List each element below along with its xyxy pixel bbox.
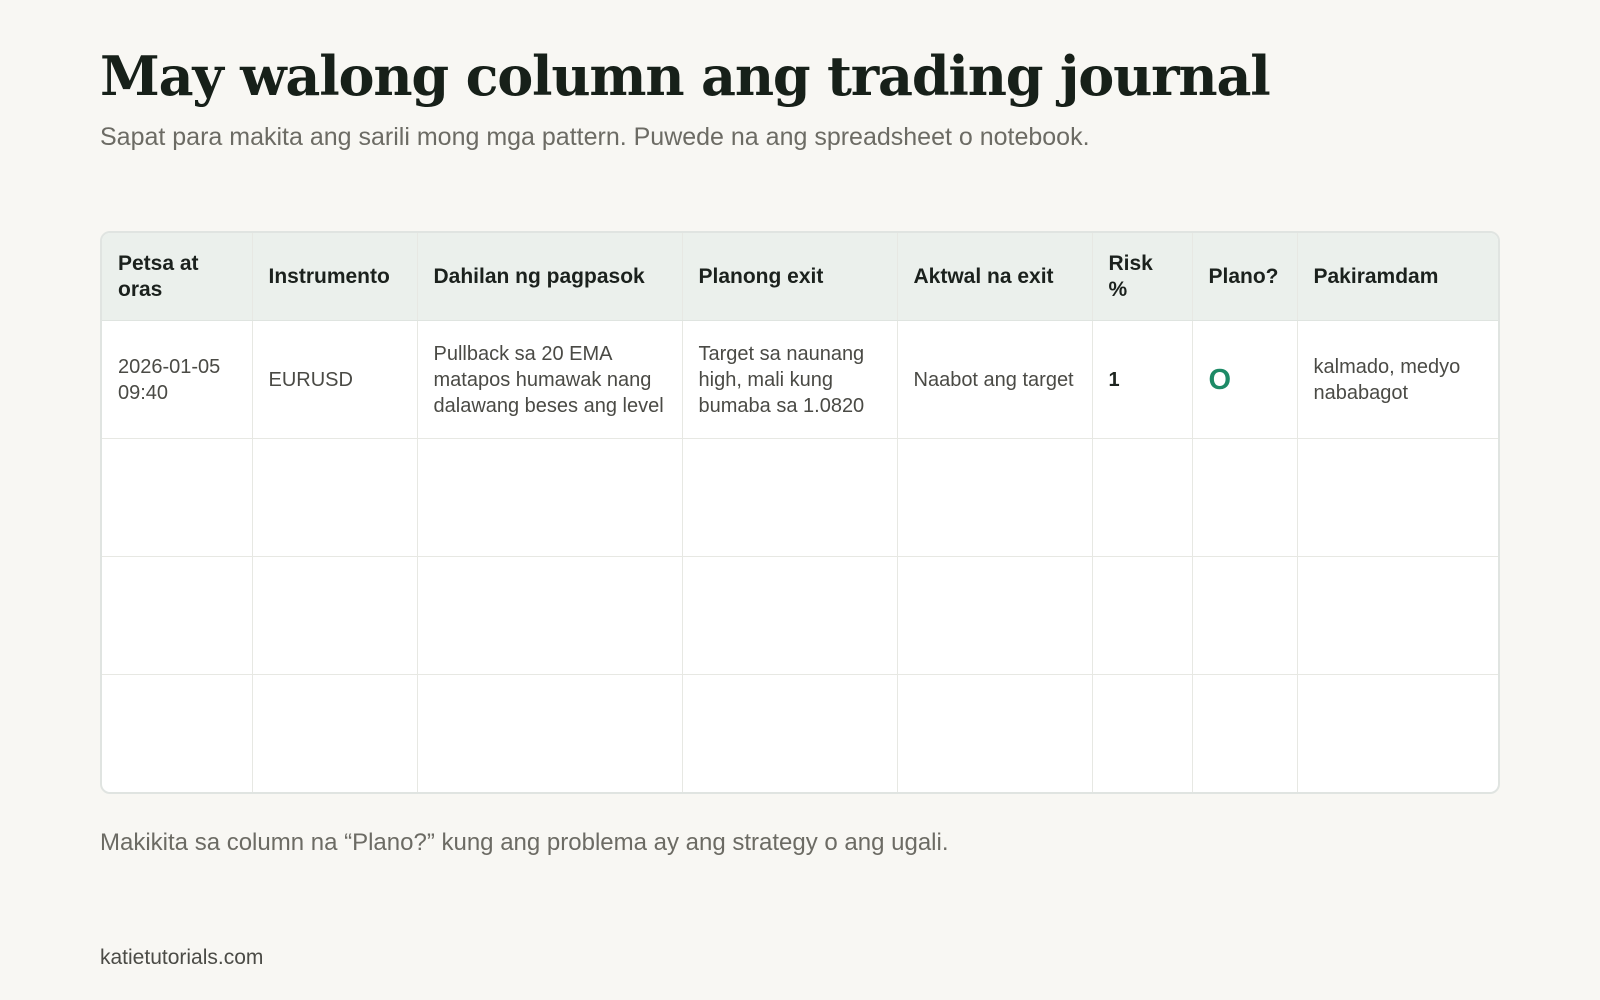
table-cell: [252, 438, 418, 557]
column-header-aktwal-exit: Aktwal na exit: [897, 233, 1093, 321]
column-header-instrumento: Instrumento: [252, 233, 418, 321]
table-row: [102, 438, 1498, 557]
table-cell: [417, 438, 683, 557]
table-cell: Naabot ang target: [897, 320, 1093, 439]
table-cell: EURUSD: [252, 320, 418, 439]
table-cell: Pullback sa 20 EMA matapos humawak nang …: [417, 320, 683, 439]
table-cell: [897, 556, 1093, 675]
table-row: [102, 674, 1498, 793]
plan-mark: O: [1192, 320, 1298, 439]
column-header-planong-exit: Planong exit: [682, 233, 898, 321]
column-header-pakiramdam: Pakiramdam: [1297, 233, 1498, 321]
table-row: 2026-01-05 09:40 EURUSD Pullback sa 20 E…: [102, 320, 1498, 439]
table-cell: [102, 438, 253, 557]
table-cell: [1297, 675, 1498, 793]
table-cell: [1192, 674, 1298, 792]
table-cell: Target sa naunang high, mali kung bumaba…: [682, 320, 898, 439]
table-cell: [682, 556, 898, 675]
table-cell: 1: [1092, 320, 1193, 439]
table-cell: [1297, 438, 1498, 557]
table-cell: [417, 674, 683, 792]
column-header-plano: Plano?: [1192, 233, 1298, 321]
table-row: [102, 556, 1498, 675]
column-header-risk: Risk %: [1092, 233, 1193, 321]
table-header-row: Petsa at oras Instrumento Dahilan ng pag…: [102, 233, 1498, 321]
table-cell: 2026-01-05 09:40: [102, 320, 253, 439]
table-cell: [252, 674, 418, 792]
table-cell: [102, 674, 253, 792]
table-cell: [1297, 556, 1498, 675]
column-header-petsa: Petsa at oras: [102, 233, 253, 321]
page-subtitle: Sapat para makita ang sarili mong mga pa…: [100, 123, 1090, 151]
site-footer: katietutorials.com: [100, 946, 264, 969]
table-cell: kalmado, medyo nababagot: [1297, 320, 1498, 439]
table-cell: [1092, 556, 1193, 675]
table-cell: [682, 438, 898, 557]
table-cell: [897, 438, 1093, 557]
table-cell: [252, 556, 418, 675]
page-title: May walong column ang trading journal: [100, 44, 1271, 108]
column-header-dahilan: Dahilan ng pagpasok: [417, 233, 683, 321]
footnote: Makikita sa column na “Plano?” kung ang …: [100, 829, 949, 856]
table-cell: [1192, 556, 1298, 675]
table-cell: [1092, 438, 1193, 557]
table-cell: [1192, 438, 1298, 557]
table-cell: [1092, 674, 1193, 792]
table-cell: [102, 556, 253, 675]
page: May walong column ang trading journal Sa…: [100, 0, 1500, 1000]
journal-table: Petsa at oras Instrumento Dahilan ng pag…: [100, 231, 1500, 794]
table-cell: [897, 674, 1093, 792]
table-cell: [417, 556, 683, 675]
table-cell: [682, 674, 898, 792]
